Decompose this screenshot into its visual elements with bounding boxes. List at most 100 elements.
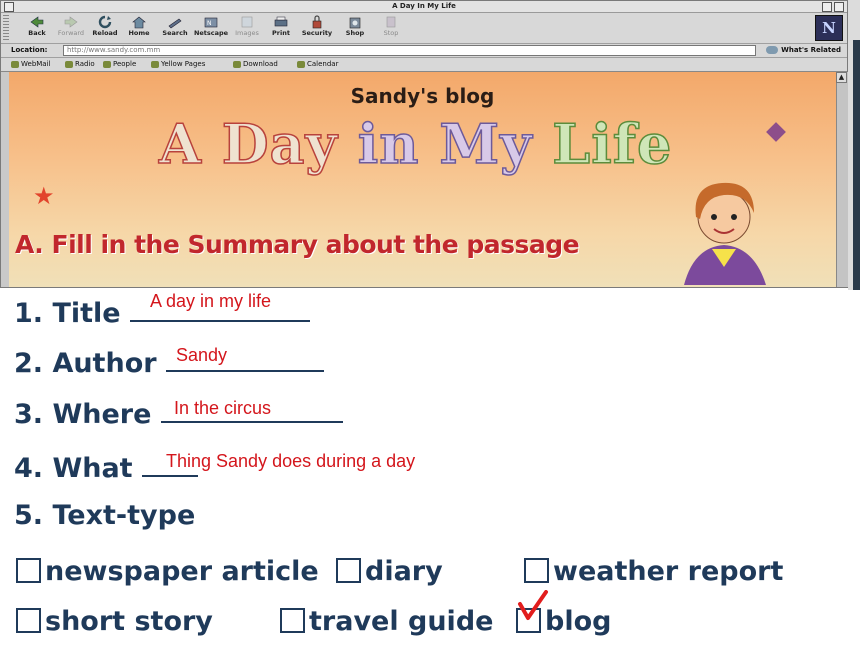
stop-label: Stop bbox=[383, 29, 399, 37]
option-label: diary bbox=[365, 556, 443, 587]
section-heading: A. Fill in the Summary about the passage bbox=[15, 230, 580, 259]
bookmark-label: WebMail bbox=[21, 60, 51, 68]
answer-where: In the circus bbox=[174, 398, 272, 418]
collapse-box[interactable] bbox=[834, 2, 844, 12]
netscape-button[interactable]: N Netscape bbox=[193, 15, 229, 41]
images-button[interactable]: Images bbox=[229, 15, 265, 41]
forward-button[interactable]: Forward bbox=[53, 15, 89, 41]
kite-icon bbox=[766, 122, 786, 142]
option-label: weather report bbox=[553, 556, 784, 587]
security-button[interactable]: Security bbox=[299, 15, 335, 41]
blog-name: Sandy's blog bbox=[350, 84, 495, 108]
reload-button[interactable]: Reload bbox=[87, 15, 123, 41]
checkbox[interactable] bbox=[280, 608, 305, 633]
bookmark-label: Yellow Pages bbox=[161, 60, 206, 68]
edge-shadow bbox=[853, 40, 860, 290]
bookmark-icon bbox=[103, 60, 111, 68]
bookmark-radio[interactable]: Radio bbox=[65, 59, 95, 70]
back-button[interactable]: Back bbox=[19, 15, 55, 41]
banner-title: A Day in My Life bbox=[158, 111, 673, 177]
bookmark-label: Calendar bbox=[307, 60, 339, 68]
window-titlebar[interactable]: A Day In My Life bbox=[1, 1, 847, 13]
option-diary: diary bbox=[336, 556, 443, 587]
stop-icon bbox=[386, 16, 396, 28]
reload-label: Reload bbox=[92, 29, 118, 37]
svg-text:N: N bbox=[207, 20, 212, 27]
checkbox[interactable] bbox=[16, 608, 41, 633]
related-icon bbox=[766, 46, 779, 54]
back-arrow-icon bbox=[30, 16, 44, 28]
search-label: Search bbox=[162, 29, 188, 37]
stop-button[interactable]: Stop bbox=[373, 15, 409, 41]
home-icon bbox=[132, 16, 146, 29]
question-label: 4. What bbox=[14, 453, 133, 484]
vertical-scrollbar[interactable] bbox=[836, 72, 848, 287]
print-icon bbox=[274, 16, 288, 27]
bookmark-webmail[interactable]: WebMail bbox=[11, 59, 50, 70]
browser-window: A Day In My Life Back Forward Reload Hom… bbox=[0, 0, 848, 288]
question-label: 3. Where bbox=[14, 399, 152, 430]
bookmark-icon bbox=[65, 60, 73, 68]
banner-word: Day bbox=[221, 111, 338, 177]
search-button[interactable]: Search bbox=[157, 15, 193, 41]
bookmark-icon bbox=[297, 60, 305, 68]
forward-arrow-icon bbox=[64, 16, 78, 28]
question-label: 1. Title bbox=[14, 298, 121, 329]
checkbox[interactable] bbox=[524, 558, 549, 583]
question-label: 2. Author bbox=[14, 348, 157, 379]
answer-what: Thing Sandy does during a day bbox=[166, 451, 416, 471]
banner-word: A bbox=[158, 111, 202, 177]
bookmark-label: Download bbox=[243, 60, 278, 68]
option-travel-guide: travel guide bbox=[280, 606, 493, 637]
home-button[interactable]: Home bbox=[121, 15, 157, 41]
bookmark-icon bbox=[11, 60, 19, 68]
bookmark-label: Radio bbox=[75, 60, 95, 68]
shop-icon bbox=[349, 17, 361, 29]
bookmark-label: People bbox=[113, 60, 137, 68]
toolbar-grip[interactable] bbox=[3, 15, 9, 41]
text-type-label: 5. Text-type bbox=[14, 500, 196, 531]
checkmark-icon bbox=[518, 590, 548, 620]
whats-related-button[interactable]: What's Related bbox=[766, 45, 841, 56]
forward-label: Forward bbox=[57, 29, 85, 37]
shop-button[interactable]: Shop bbox=[337, 15, 373, 41]
checkbox[interactable] bbox=[336, 558, 361, 583]
security-label: Security bbox=[301, 29, 333, 37]
location-label: Location: bbox=[11, 46, 48, 54]
bookmark-download[interactable]: Download bbox=[233, 59, 278, 70]
option-short-story: short story bbox=[16, 606, 213, 637]
scroll-up-arrow-icon[interactable]: ▲ bbox=[836, 72, 847, 83]
print-label: Print bbox=[272, 29, 290, 37]
images-icon bbox=[241, 16, 253, 28]
blog-page: Sandy's blog A Day in My Life ★ A. Fill … bbox=[9, 72, 836, 287]
reload-icon bbox=[98, 15, 112, 29]
option-weather-report: weather report bbox=[524, 556, 783, 587]
banner-word: Life bbox=[552, 111, 673, 177]
search-icon bbox=[168, 18, 182, 29]
option-label: short story bbox=[45, 606, 213, 637]
banner-word: My bbox=[439, 111, 533, 177]
option-newspaper-article: newspaper article bbox=[16, 556, 319, 587]
option-label: newspaper article bbox=[45, 556, 319, 587]
print-button[interactable]: Print bbox=[263, 15, 299, 41]
bookmark-calendar[interactable]: Calendar bbox=[297, 59, 338, 70]
netscape-label: Netscape bbox=[193, 29, 229, 37]
answer-title: A day in my life bbox=[150, 291, 272, 311]
netscape-logo[interactable]: N bbox=[815, 15, 843, 41]
url-field[interactable]: http://www.sandy.com.mm bbox=[63, 45, 756, 56]
checkbox[interactable] bbox=[16, 558, 41, 583]
window-edge bbox=[848, 0, 860, 290]
star-icon: ★ bbox=[33, 182, 55, 210]
banner-word: in bbox=[357, 111, 420, 177]
bookmark-yellow-pages[interactable]: Yellow Pages bbox=[151, 59, 205, 70]
bookmark-icon bbox=[151, 60, 159, 68]
option-label: blog bbox=[545, 606, 612, 637]
bookmarks-bar: WebMail Radio People Yellow Pages Downlo… bbox=[1, 58, 847, 72]
question-author: 2. Author bbox=[14, 346, 324, 379]
whats-related-label: What's Related bbox=[781, 46, 841, 54]
bookmark-people[interactable]: People bbox=[103, 59, 136, 70]
lock-icon bbox=[312, 15, 322, 29]
zoom-box[interactable] bbox=[822, 2, 832, 12]
home-label: Home bbox=[128, 29, 150, 37]
images-label: Images bbox=[235, 29, 259, 37]
